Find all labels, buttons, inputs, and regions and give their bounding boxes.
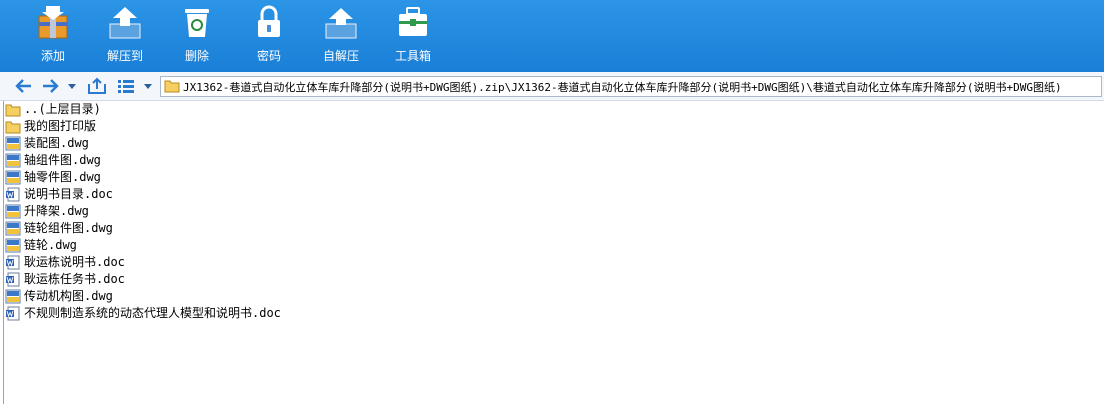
view-list-icon[interactable] <box>116 76 136 96</box>
file-name: 轴组件图.dwg <box>24 153 101 167</box>
word-doc-icon <box>6 187 20 202</box>
add-button[interactable]: 添加 <box>18 0 88 72</box>
dwg-file-icon <box>5 153 21 168</box>
navigation-bar: JX1362-巷道式自动化立体车库升降部分(说明书+DWG图纸).zip\JX1… <box>0 72 1104 101</box>
word-doc-icon <box>6 272 20 287</box>
list-item[interactable]: 轴组件图.dwg <box>4 152 1094 169</box>
dwg-file-icon <box>5 221 21 236</box>
list-item[interactable]: 耿运栋说明书.doc <box>4 254 1094 271</box>
list-item[interactable]: 轴零件图.dwg <box>4 169 1094 186</box>
history-dropdown-icon[interactable] <box>66 76 78 96</box>
file-name: 不规则制造系统的动态代理人模型和说明书.doc <box>24 306 281 320</box>
list-item[interactable]: 我的图打印版 <box>4 118 1094 135</box>
file-name: 装配图.dwg <box>24 136 89 150</box>
password-label: 密码 <box>256 49 281 63</box>
toolbox-icon <box>399 7 427 36</box>
word-doc-icon <box>6 306 20 321</box>
folder-icon <box>5 104 21 117</box>
dwg-file-icon <box>5 170 21 185</box>
password-button[interactable]: 密码 <box>234 0 304 72</box>
list-item[interactable]: 耿运栋任务书.doc <box>4 271 1094 288</box>
file-name: 说明书目录.doc <box>24 187 113 201</box>
list-item[interactable]: 传动机构图.dwg <box>4 288 1094 305</box>
back-arrow-icon[interactable] <box>14 76 34 96</box>
dwg-file-icon <box>5 136 21 151</box>
delete-button[interactable]: 删除 <box>162 0 232 72</box>
address-field[interactable]: JX1362-巷道式自动化立体车库升降部分(说明书+DWG图纸).zip\JX1… <box>160 76 1102 97</box>
self-extract-label: 自解压 <box>322 49 359 63</box>
extract-to-icon <box>109 7 141 39</box>
delete-label: 删除 <box>184 49 209 63</box>
file-name: 耿运栋说明书.doc <box>24 255 125 269</box>
file-name: 升降架.dwg <box>24 204 89 218</box>
delete-icon <box>185 9 209 37</box>
extract-to-button[interactable]: 解压到 <box>90 0 160 72</box>
address-path: JX1362-巷道式自动化立体车库升降部分(说明书+DWG图纸).zip\JX1… <box>183 81 1062 94</box>
list-item[interactable]: 链轮组件图.dwg <box>4 220 1094 237</box>
extract-to-label: 解压到 <box>106 49 143 63</box>
self-extract-button[interactable]: 自解压 <box>306 0 376 72</box>
toolbox-button[interactable]: 工具箱 <box>378 0 448 72</box>
file-name: ..(上层目录) <box>24 102 101 116</box>
file-name: 我的图打印版 <box>24 119 97 133</box>
up-folder-icon[interactable] <box>86 76 108 96</box>
list-item[interactable]: ..(上层目录) <box>4 101 1094 118</box>
file-name: 链轮.dwg <box>24 238 77 252</box>
file-name: 链轮组件图.dwg <box>24 221 113 235</box>
add-archive-icon <box>38 6 68 39</box>
file-name: 传动机构图.dwg <box>24 289 113 303</box>
folder-icon <box>164 80 180 93</box>
list-item[interactable]: 不规则制造系统的动态代理人模型和说明书.doc <box>4 305 1094 322</box>
file-name: 轴零件图.dwg <box>24 170 101 184</box>
dwg-file-icon <box>5 238 21 253</box>
folder-icon <box>5 121 21 134</box>
forward-arrow-icon[interactable] <box>40 76 60 96</box>
list-item[interactable]: 链轮.dwg <box>4 237 1094 254</box>
self-extract-icon <box>325 8 357 39</box>
file-list: ..(上层目录) 我的图打印版 装配图.dwg 轴组件图.dwg 轴零件图.dwg 说明书… <box>4 101 1094 322</box>
list-item[interactable]: 升降架.dwg <box>4 203 1094 220</box>
dwg-file-icon <box>5 204 21 219</box>
word-doc-icon <box>6 255 20 270</box>
list-item[interactable]: 装配图.dwg <box>4 135 1094 152</box>
view-dropdown-icon[interactable] <box>142 76 154 96</box>
password-lock-icon <box>258 5 280 37</box>
file-name: 耿运栋任务书.doc <box>24 272 125 286</box>
main-toolbar: 添加 解压到 删除 密码 自解压 工具箱 <box>0 0 1104 72</box>
list-item[interactable]: 说明书目录.doc <box>4 186 1094 203</box>
add-label: 添加 <box>40 49 65 63</box>
dwg-file-icon <box>5 289 21 304</box>
toolbox-label: 工具箱 <box>394 49 431 63</box>
